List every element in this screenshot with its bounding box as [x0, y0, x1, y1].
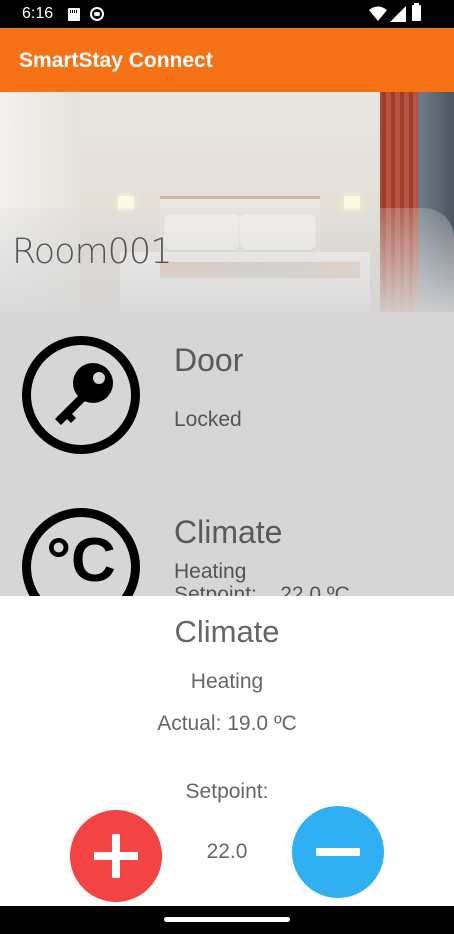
sheet-mode: Heating — [190, 670, 264, 693]
status-time: 6:16 — [22, 5, 54, 22]
decrease-setpoint-button[interactable] — [292, 806, 384, 898]
device-title-climate: Climate — [174, 514, 283, 550]
wifi-icon — [369, 6, 387, 21]
app-bar: SmartStay Connect — [0, 28, 454, 92]
device-status-door: Locked — [174, 408, 242, 431]
device-card-door[interactable]: Door Locked — [0, 312, 454, 482]
circle-status-icon — [90, 7, 104, 21]
sd-card-icon — [68, 8, 80, 21]
minus-icon — [316, 848, 360, 856]
device-title-door: Door — [174, 342, 244, 378]
plus-icon-vertical — [112, 834, 120, 878]
room-hero-image: Room001 — [0, 92, 454, 312]
key-icon — [22, 336, 140, 454]
battery-icon — [412, 3, 421, 21]
status-bar: 6:16 — [0, 0, 454, 28]
sheet-setpoint-value: 22.0 — [206, 840, 248, 863]
room-name: Room001 — [12, 232, 172, 272]
sheet-setpoint-label: Setpoint: — [185, 780, 269, 803]
device-status-climate: Heating — [174, 560, 247, 583]
navigation-bar — [0, 906, 454, 934]
sheet-actual-temp: Actual: 19.0 ºC — [157, 712, 297, 735]
celsius-icon-label: °C — [46, 526, 116, 595]
home-handle[interactable] — [164, 917, 290, 922]
signal-icon — [390, 6, 406, 22]
increase-setpoint-button[interactable] — [70, 810, 162, 902]
device-setpoint-climate: Setpoint: 22.0 ºC — [174, 583, 350, 596]
device-list: Door Locked °C Climate Heating Setpoint:… — [0, 312, 454, 596]
celsius-icon: °C — [22, 508, 140, 596]
climate-bottom-sheet: Climate Heating Actual: 19.0 ºC Setpoint… — [0, 596, 454, 906]
device-card-climate[interactable]: °C Climate Heating Setpoint: 22.0 ºC — [0, 486, 454, 596]
app-title: SmartStay Connect — [19, 49, 213, 72]
sheet-title: Climate — [174, 614, 280, 649]
